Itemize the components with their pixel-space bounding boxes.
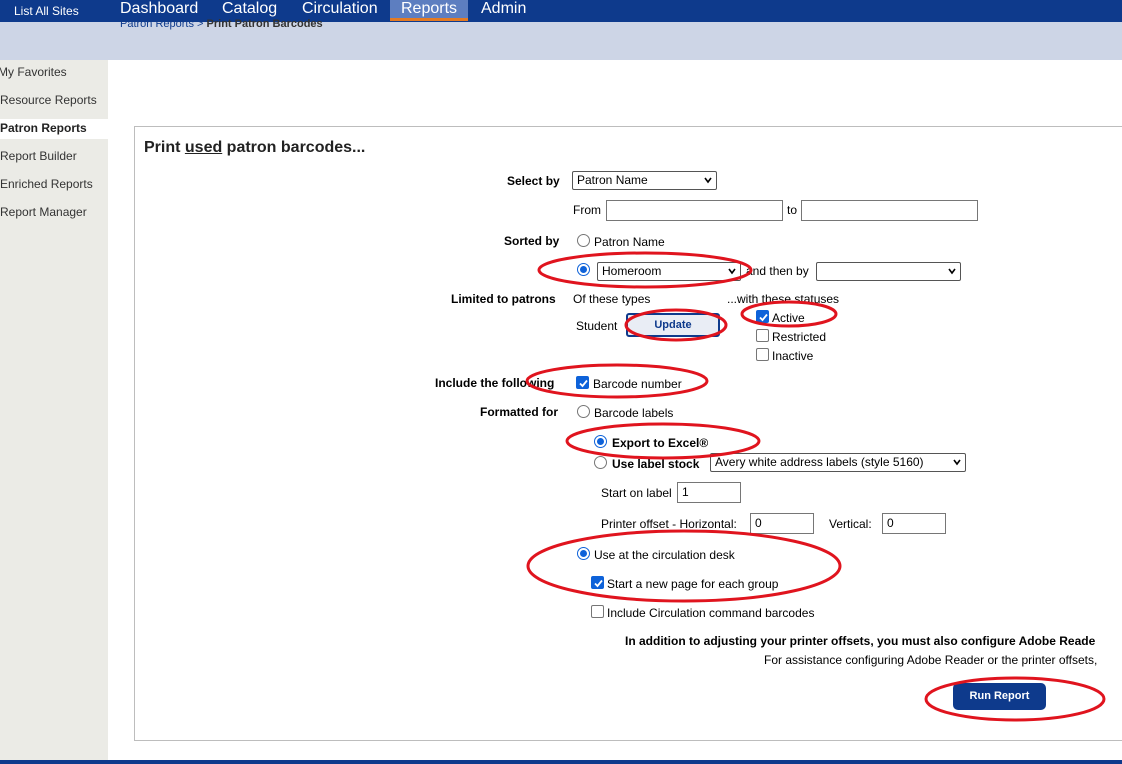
printer-offset-label: Printer offset - Horizontal: bbox=[601, 517, 737, 531]
include-circ-commands-label: Include Circulation command barcodes bbox=[607, 606, 815, 620]
start-on-label-input[interactable]: 1 bbox=[677, 482, 741, 503]
format-export-excel-label: Export to Excel® bbox=[612, 436, 709, 450]
new-page-each-group-checkbox[interactable] bbox=[591, 576, 604, 589]
format-barcode-labels-radio[interactable] bbox=[577, 405, 590, 418]
select-by-dropdown[interactable]: Patron Name bbox=[572, 171, 717, 190]
status-inactive-label: Inactive bbox=[772, 349, 814, 363]
sort-patron-name-radio[interactable] bbox=[577, 234, 590, 247]
with-these-statuses-label: ...with these statuses bbox=[727, 292, 840, 306]
vertical-offset-input[interactable]: 0 bbox=[882, 513, 946, 534]
list-all-sites-link[interactable]: List All Sites bbox=[14, 4, 79, 18]
to-input[interactable] bbox=[801, 200, 978, 221]
sidebar-item-patron-reports[interactable]: Patron Reports bbox=[0, 119, 108, 139]
chevron-down-icon bbox=[704, 177, 712, 184]
patron-type-student: Student bbox=[576, 319, 618, 333]
status-active-checkbox[interactable] bbox=[756, 310, 769, 323]
sidebar-item-resource-reports[interactable]: Resource Reports bbox=[0, 91, 97, 111]
limited-to-patrons-label: Limited to patrons bbox=[451, 292, 556, 306]
status-restricted-label: Restricted bbox=[772, 330, 827, 344]
format-label-stock-radio[interactable] bbox=[594, 456, 607, 469]
use-circ-desk-radio[interactable] bbox=[577, 547, 590, 560]
sidebar-item-my-favorites[interactable]: My Favorites bbox=[0, 63, 67, 83]
bottom-bar bbox=[0, 760, 1122, 764]
include-following-label: Include the following bbox=[435, 376, 555, 390]
adobe-reader-note: In addition to adjusting your printer of… bbox=[625, 634, 1096, 648]
status-active-label: Active bbox=[772, 311, 805, 325]
chevron-down-icon bbox=[948, 268, 956, 275]
status-restricted-checkbox[interactable] bbox=[756, 329, 769, 342]
chevron-down-icon bbox=[728, 268, 736, 275]
from-label: From bbox=[573, 203, 601, 217]
formatted-for-label: Formatted for bbox=[480, 405, 558, 419]
include-circ-commands-checkbox[interactable] bbox=[591, 605, 604, 618]
checkmark-icon bbox=[579, 379, 588, 388]
label-stock-dropdown[interactable]: Avery white address labels (style 5160) bbox=[710, 453, 966, 472]
new-page-each-group-label: Start a new page for each group bbox=[607, 577, 779, 591]
sidebar-item-report-manager[interactable]: Report Manager bbox=[0, 203, 87, 223]
select-by-label: Select by bbox=[507, 174, 560, 188]
from-input[interactable] bbox=[606, 200, 783, 221]
run-report-button[interactable]: Run Report bbox=[953, 683, 1046, 710]
chevron-down-icon bbox=[953, 459, 961, 466]
then-by-label: and then by bbox=[746, 264, 809, 278]
breadcrumb-separator: > bbox=[193, 18, 207, 30]
sidebar-item-enriched-reports[interactable]: Enriched Reports bbox=[0, 175, 93, 195]
checkmark-icon bbox=[594, 579, 603, 588]
assistance-note: For assistance configuring Adobe Reader … bbox=[764, 653, 1098, 667]
to-label: to bbox=[787, 203, 798, 217]
horizontal-offset-input[interactable]: 0 bbox=[750, 513, 814, 534]
nav-reports[interactable]: Reports bbox=[390, 0, 469, 21]
status-inactive-checkbox[interactable] bbox=[756, 348, 769, 361]
page-title: Print used patron barcodes... bbox=[144, 139, 366, 156]
use-circ-desk-label: Use at the circulation desk bbox=[594, 548, 735, 562]
breadcrumb: Patron Reports > Print Patron Barcodes bbox=[120, 18, 323, 30]
vertical-offset-label: Vertical: bbox=[829, 517, 872, 531]
format-label-stock-label: Use label stock bbox=[612, 457, 700, 471]
start-on-label-label: Start on label bbox=[601, 486, 672, 500]
format-export-excel-radio[interactable] bbox=[594, 435, 607, 448]
checkmark-icon bbox=[759, 313, 768, 322]
sort-homeroom-radio[interactable] bbox=[577, 263, 590, 276]
sidebar-item-report-builder[interactable]: Report Builder bbox=[0, 147, 77, 167]
update-button[interactable]: Update bbox=[626, 313, 720, 337]
barcode-number-label: Barcode number bbox=[593, 377, 682, 391]
then-by-dropdown[interactable] bbox=[816, 262, 961, 281]
breadcrumb-parent-link[interactable]: Patron Reports bbox=[120, 18, 194, 30]
breadcrumb-current: Print Patron Barcodes bbox=[206, 18, 323, 30]
sorted-by-label: Sorted by bbox=[504, 234, 560, 248]
barcode-number-checkbox[interactable] bbox=[576, 376, 589, 389]
format-barcode-labels-label: Barcode labels bbox=[594, 406, 674, 420]
sort-patron-name-label: Patron Name bbox=[594, 235, 665, 249]
sort-by-dropdown[interactable]: Homeroom bbox=[597, 262, 741, 281]
nav-admin[interactable]: Admin bbox=[481, 0, 526, 21]
of-these-types-label: Of these types bbox=[573, 292, 651, 306]
